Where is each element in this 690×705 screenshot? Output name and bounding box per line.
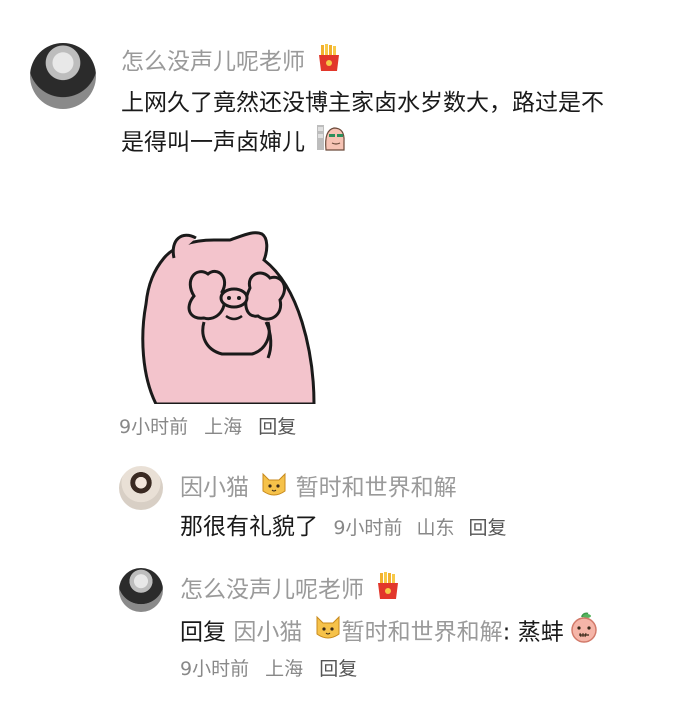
reply1-time: 9小时前 bbox=[333, 517, 403, 539]
reply1-name-label: 因小猫 bbox=[180, 475, 249, 501]
reply1-content: 那很有礼貌了 9小时前 山东 回复 bbox=[180, 508, 515, 547]
reply2-time: 9小时前 bbox=[180, 658, 250, 680]
reply1-text: 那很有礼貌了 bbox=[180, 514, 318, 540]
sticker-smirk-icon bbox=[316, 122, 346, 164]
reply2-mention-suffix: 暂时和世界和解 bbox=[341, 619, 503, 646]
reply2-text: 蒸蚌 bbox=[517, 619, 564, 646]
reply2-reply-button[interactable]: 回复 bbox=[319, 658, 357, 680]
reply1-username[interactable]: 因小猫 暂时和世界和解 bbox=[180, 471, 457, 505]
reply1-name-suffix: 暂时和世界和解 bbox=[295, 475, 457, 501]
pig-sticker bbox=[134, 226, 324, 406]
reply2-location: 上海 bbox=[265, 658, 304, 680]
comment-location: 上海 bbox=[204, 416, 243, 438]
reply2-name-label: 怎么没声儿呢老师 bbox=[180, 577, 364, 603]
fries-icon bbox=[316, 44, 342, 80]
reply-avatar[interactable] bbox=[119, 466, 163, 510]
comment-text-line2: 是得叫一声卤婶儿 bbox=[121, 129, 305, 156]
username-label: 怎么没声儿呢老师 bbox=[121, 49, 305, 75]
reply2-content: 回复 因小猫 暂时和世界和解: 蒸蚌 bbox=[180, 611, 600, 655]
reply2-username[interactable]: 怎么没声儿呢老师 bbox=[180, 572, 401, 608]
fries-icon bbox=[375, 572, 401, 608]
comment-text: 上网久了竟然还没博主家卤水岁数大，路过是不 是得叫一声卤婶儿 bbox=[121, 84, 671, 164]
reply1-meta: 9小时前 山东 回复 bbox=[333, 517, 514, 539]
reply1-location: 山东 bbox=[416, 517, 455, 539]
peach-icon bbox=[568, 611, 600, 655]
avatar[interactable] bbox=[30, 43, 96, 109]
reply2-mention-name[interactable]: 因小猫 bbox=[233, 620, 302, 646]
reply2-colon: : bbox=[502, 619, 511, 646]
comment-meta: 9小时前 上海 回复 bbox=[119, 414, 306, 440]
comment-time: 9小时前 bbox=[119, 416, 189, 438]
reply2-avatar[interactable] bbox=[119, 568, 163, 612]
reply2-prefix: 回复 bbox=[180, 619, 226, 646]
comment-text-line1: 上网久了竟然还没博主家卤水岁数大，路过是不 bbox=[121, 90, 604, 116]
comment-username[interactable]: 怎么没声儿呢老师 bbox=[121, 44, 342, 80]
reply1-reply-button[interactable]: 回复 bbox=[469, 517, 507, 539]
cat-icon bbox=[260, 471, 288, 505]
comment-reply-button[interactable]: 回复 bbox=[258, 416, 296, 438]
cat-icon bbox=[314, 614, 342, 652]
reply2-meta: 9小时前 上海 回复 bbox=[180, 656, 367, 682]
